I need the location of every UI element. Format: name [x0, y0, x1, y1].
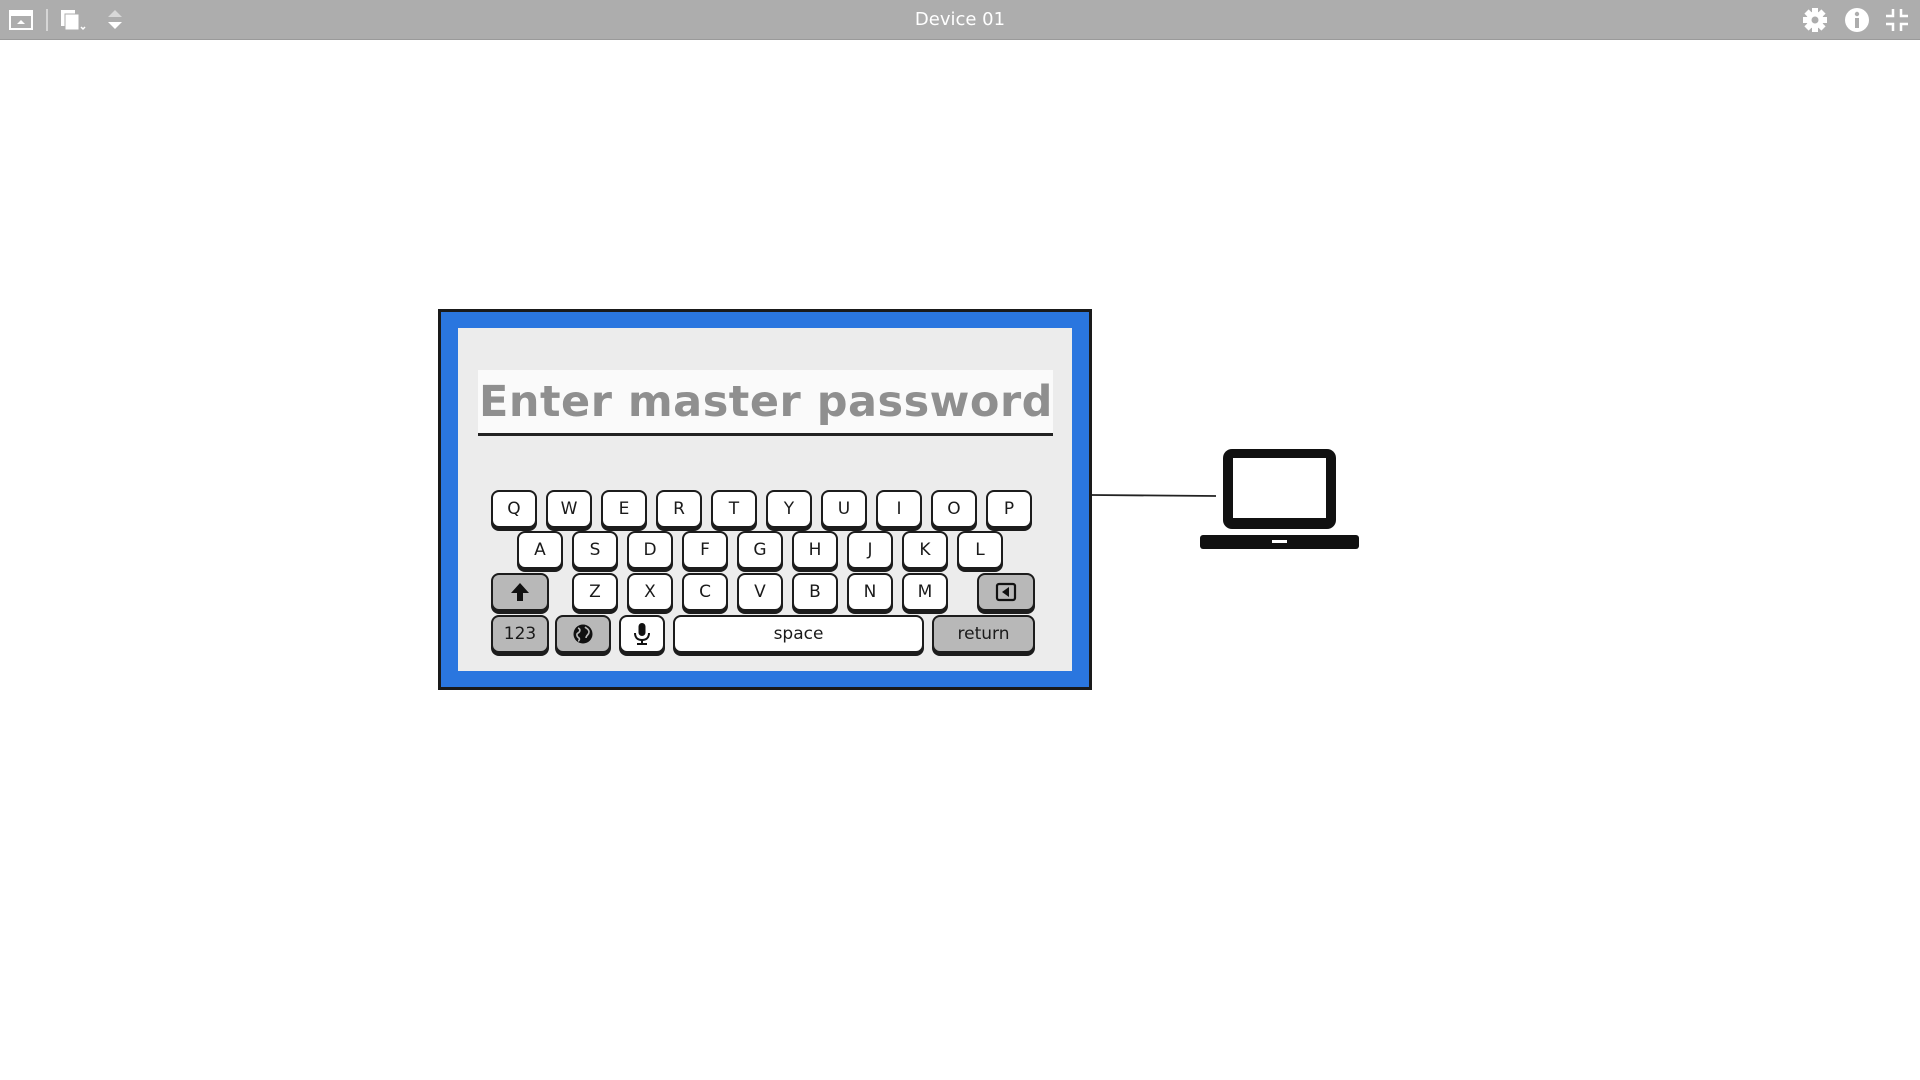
- key-l[interactable]: L: [957, 531, 1003, 569]
- key-u[interactable]: U: [821, 490, 867, 528]
- space-key[interactable]: space: [673, 615, 924, 653]
- key-n[interactable]: N: [847, 573, 893, 611]
- numbers-key[interactable]: 123: [491, 615, 549, 653]
- gear-icon[interactable]: [1800, 0, 1830, 40]
- key-b[interactable]: B: [792, 573, 838, 611]
- key-y[interactable]: Y: [766, 490, 812, 528]
- device-screen: Enter master password Q W E R T Y U I O …: [458, 328, 1072, 671]
- key-z[interactable]: Z: [572, 573, 618, 611]
- connection-line: [1092, 494, 1216, 497]
- shift-key[interactable]: [491, 573, 549, 611]
- key-f[interactable]: F: [682, 531, 728, 569]
- key-s[interactable]: S: [572, 531, 618, 569]
- key-i[interactable]: I: [876, 490, 922, 528]
- key-m[interactable]: M: [902, 573, 948, 611]
- device-frame: Enter master password Q W E R T Y U I O …: [438, 309, 1092, 690]
- key-j[interactable]: J: [847, 531, 893, 569]
- key-h[interactable]: H: [792, 531, 838, 569]
- key-x[interactable]: X: [627, 573, 673, 611]
- key-t[interactable]: T: [711, 490, 757, 528]
- key-e[interactable]: E: [601, 490, 647, 528]
- globe-key[interactable]: [555, 615, 611, 653]
- microphone-key[interactable]: [619, 615, 665, 653]
- key-p[interactable]: P: [986, 490, 1032, 528]
- globe-icon: [573, 624, 593, 644]
- key-r[interactable]: R: [656, 490, 702, 528]
- laptop-icon[interactable]: [1199, 446, 1360, 556]
- key-o[interactable]: O: [931, 490, 977, 528]
- key-a[interactable]: A: [517, 531, 563, 569]
- key-c[interactable]: C: [682, 573, 728, 611]
- backspace-icon: [995, 582, 1017, 602]
- info-icon[interactable]: [1842, 0, 1872, 40]
- key-w[interactable]: W: [546, 490, 592, 528]
- master-password-input[interactable]: Enter master password: [478, 370, 1053, 436]
- microphone-icon: [634, 623, 650, 645]
- top-bar: Device 01: [0, 0, 1920, 40]
- key-k[interactable]: K: [902, 531, 948, 569]
- window-title: Device 01: [914, 9, 1006, 30]
- shift-arrow-icon: [511, 583, 529, 601]
- key-v[interactable]: V: [737, 573, 783, 611]
- return-key[interactable]: return: [932, 615, 1035, 653]
- backspace-key[interactable]: [977, 573, 1035, 611]
- collapse-icon[interactable]: [1882, 0, 1912, 40]
- key-d[interactable]: D: [627, 531, 673, 569]
- key-q[interactable]: Q: [491, 490, 537, 528]
- key-g[interactable]: G: [737, 531, 783, 569]
